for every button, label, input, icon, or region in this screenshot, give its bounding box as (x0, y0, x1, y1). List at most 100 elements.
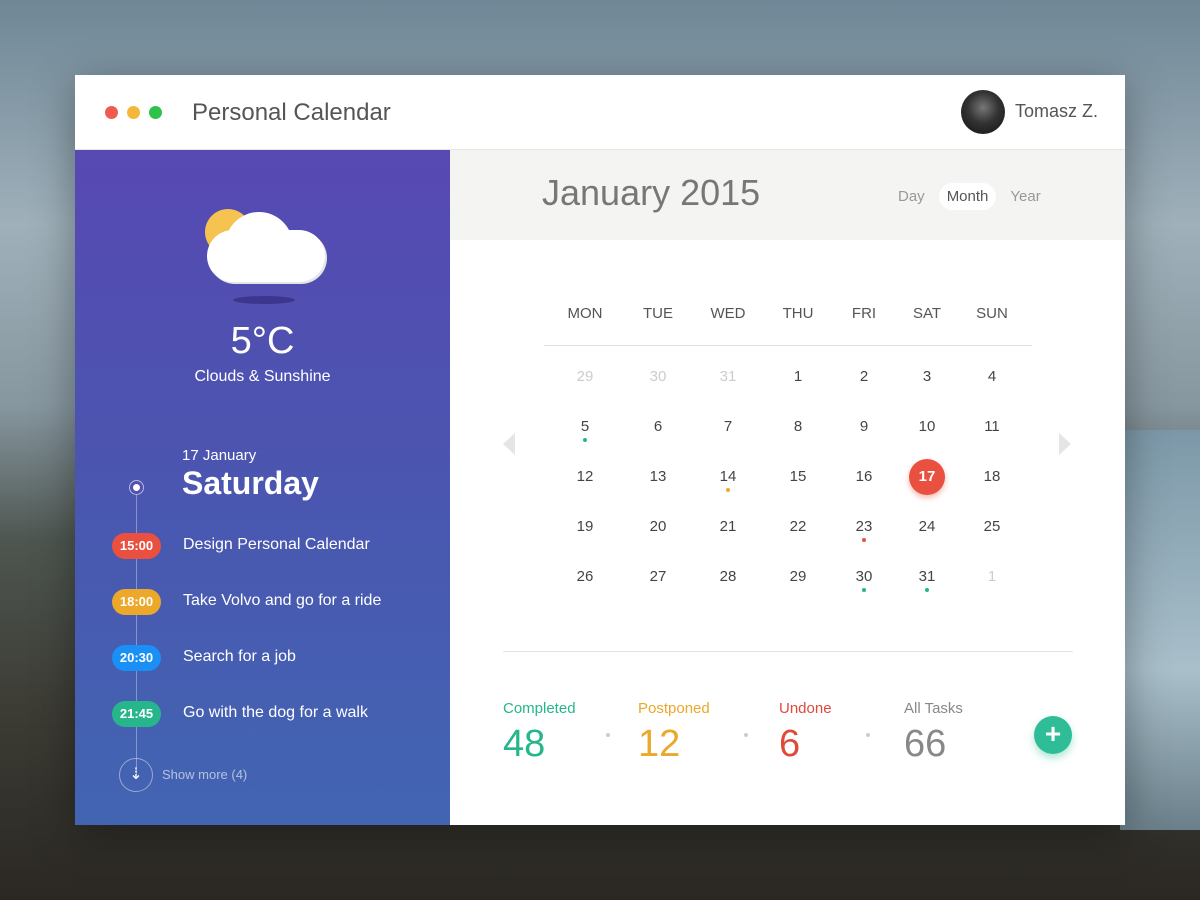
stat-value: 66 (904, 723, 947, 765)
day-number: 14 (719, 468, 737, 485)
calendar-header: January 2015 Day Month Year (450, 150, 1125, 240)
calendar-day[interactable]: 5 (565, 407, 605, 447)
calendar-day[interactable]: 6 (638, 407, 678, 447)
weekday-header: FRI (851, 305, 877, 322)
calendar-day[interactable]: 30 (844, 557, 884, 597)
calendar-day[interactable]: 23 (844, 507, 884, 547)
calendar-day[interactable]: 24 (907, 507, 947, 547)
close-button[interactable] (105, 106, 118, 119)
calendar-day[interactable]: 21 (708, 507, 748, 547)
day-number: 1 (793, 368, 803, 385)
calendar-day[interactable]: 10 (907, 407, 947, 447)
avatar[interactable] (961, 90, 1005, 134)
show-more-link[interactable]: Show more (4) (162, 767, 247, 782)
calendar-day[interactable]: 29 (778, 557, 818, 597)
calendar-day[interactable]: 12 (565, 457, 605, 497)
calendar-day[interactable]: 22 (778, 507, 818, 547)
maximize-button[interactable] (149, 106, 162, 119)
day-number: 1 (987, 568, 997, 585)
stat-separator-dot (866, 733, 870, 737)
day-number: 16 (855, 468, 873, 485)
stat-label: All Tasks (904, 700, 963, 717)
event-title: Go with the dog for a walk (183, 704, 368, 721)
view-switcher: Day Month Year (890, 183, 1049, 210)
event-item[interactable]: 15:00 Design Personal Calendar (112, 533, 512, 559)
event-item[interactable]: 21:45 Go with the dog for a walk (112, 701, 512, 727)
weekday-header: SAT (912, 305, 942, 322)
minimize-button[interactable] (127, 106, 140, 119)
calendar-day[interactable]: 4 (972, 357, 1012, 397)
temperature: 5°C (230, 320, 295, 362)
day-number: 30 (649, 368, 667, 385)
day-number: 3 (922, 368, 932, 385)
view-tab-year[interactable]: Year (1002, 183, 1048, 210)
show-more-arrow-icon[interactable]: ⇣ (119, 758, 153, 792)
calendar-day[interactable]: 27 (638, 557, 678, 597)
title-bar: Personal Calendar Tomasz Z. (75, 75, 1125, 150)
view-tab-day[interactable]: Day (890, 183, 933, 210)
calendar-day[interactable]: 11 (972, 407, 1012, 447)
event-indicator-dot (726, 488, 730, 492)
event-title: Design Personal Calendar (183, 536, 370, 553)
day-number: 7 (723, 418, 733, 435)
event-item[interactable]: 18:00 Take Volvo and go for a ride (112, 589, 512, 615)
calendar-day[interactable]: 8 (778, 407, 818, 447)
event-title: Take Volvo and go for a ride (183, 592, 382, 609)
day-number: 27 (649, 568, 667, 585)
event-time-badge: 18:00 (112, 589, 161, 615)
calendar-day[interactable]: 14 (708, 457, 748, 497)
app-window: Personal Calendar Tomasz Z. 5°C Clouds &… (75, 75, 1125, 825)
event-item[interactable]: 20:30 Search for a job (112, 645, 512, 671)
day-number: 5 (580, 418, 590, 435)
day-number: 9 (859, 418, 869, 435)
stat-postponed: Postponed 12 (638, 700, 710, 766)
calendar-day[interactable]: 26 (565, 557, 605, 597)
background-sea (1120, 430, 1200, 830)
calendar-day[interactable]: 28 (708, 557, 748, 597)
calendar-day[interactable]: 16 (844, 457, 884, 497)
weekday-header: TUE (643, 305, 673, 322)
calendar-day[interactable]: 29 (565, 357, 605, 397)
cloud-icon (207, 212, 325, 282)
stat-completed: Completed 48 (503, 700, 576, 766)
event-time-badge: 21:45 (112, 701, 161, 727)
calendar-day[interactable]: 15 (778, 457, 818, 497)
day-number: 2 (859, 368, 869, 385)
event-indicator-dot (862, 538, 866, 542)
add-task-button[interactable]: + (1034, 716, 1072, 754)
calendar-day[interactable]: 13 (638, 457, 678, 497)
timeline-dot-icon (129, 480, 144, 495)
agenda-date: 17 January (182, 447, 257, 464)
sidebar: 5°C Clouds & Sunshine 17 January Saturda… (75, 150, 450, 825)
calendar-day[interactable]: 30 (638, 357, 678, 397)
prev-month-arrow-icon[interactable] (503, 433, 515, 455)
event-time-badge: 20:30 (112, 645, 161, 671)
event-title: Search for a job (183, 648, 296, 665)
day-number: 10 (918, 418, 936, 435)
stat-value: 48 (503, 723, 546, 765)
calendar-day[interactable]: 1 (972, 557, 1012, 597)
calendar-day[interactable]: 31 (907, 557, 947, 597)
calendar-day[interactable]: 3 (907, 357, 947, 397)
day-number: 22 (789, 518, 807, 535)
day-number: 30 (855, 568, 873, 585)
day-number: 17 (918, 468, 936, 485)
view-tab-month[interactable]: Month (938, 183, 997, 210)
calendar-day-selected[interactable]: 17 (909, 459, 945, 495)
day-number: 13 (649, 468, 667, 485)
user-name[interactable]: Tomasz Z. (1015, 101, 1098, 122)
calendar-day[interactable]: 1 (778, 357, 818, 397)
calendar-day[interactable]: 25 (972, 507, 1012, 547)
stat-label: Postponed (638, 700, 710, 717)
calendar-day[interactable]: 31 (708, 357, 748, 397)
calendar-day[interactable]: 19 (565, 507, 605, 547)
calendar-day[interactable]: 9 (844, 407, 884, 447)
calendar-day[interactable]: 18 (972, 457, 1012, 497)
day-number: 23 (855, 518, 873, 535)
day-number: 12 (576, 468, 594, 485)
calendar-day[interactable]: 7 (708, 407, 748, 447)
weekday-divider (544, 345, 1032, 346)
calendar-day[interactable]: 2 (844, 357, 884, 397)
calendar-day[interactable]: 20 (638, 507, 678, 547)
next-month-arrow-icon[interactable] (1059, 433, 1071, 455)
